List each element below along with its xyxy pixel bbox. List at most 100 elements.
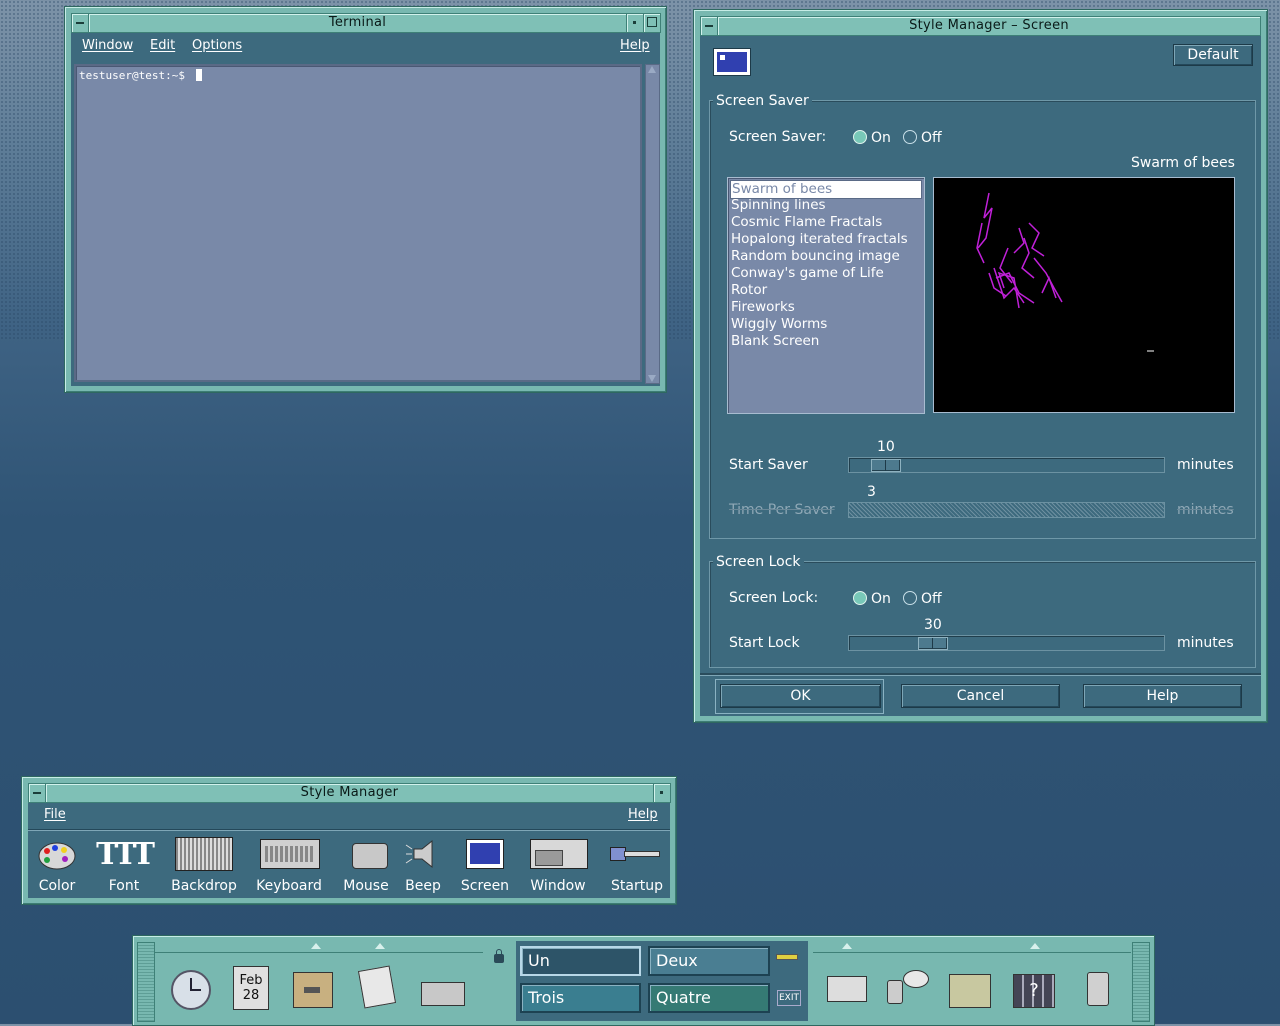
icon-label: Beep (405, 878, 441, 894)
clock-icon[interactable] (171, 970, 211, 1010)
speaker-icon (405, 839, 433, 869)
window-button[interactable]: Window (524, 835, 592, 895)
menu-file[interactable]: File (44, 807, 66, 822)
start-saver-slider[interactable] (848, 457, 1165, 473)
screen-dialog-window: Style Manager – Screen Default Screen Sa… (693, 9, 1268, 723)
style-manager-window: Style Manager File Help Color TTT Font B… (21, 776, 677, 905)
start-lock-value: 30 (924, 617, 942, 633)
font-button[interactable]: TTT Font (94, 835, 155, 895)
panel-handle-right[interactable] (1132, 942, 1150, 1022)
window-icon (530, 839, 588, 869)
backdrop-button[interactable]: Backdrop (168, 835, 240, 895)
subpanel-up-arrow-icon[interactable] (375, 943, 385, 949)
menu-options[interactable]: Options (192, 38, 242, 53)
menu-help[interactable]: Help (628, 807, 658, 822)
window-menu-button[interactable] (700, 16, 718, 36)
screen-saver-group-title: Screen Saver (713, 93, 812, 109)
time-per-saver-unit: minutes (1177, 502, 1234, 518)
radio-selected-icon (853, 130, 867, 144)
icon-label: Font (108, 878, 140, 894)
menu-window[interactable]: Window (82, 38, 133, 53)
list-item[interactable]: Hopalong iterated fractals (730, 231, 922, 248)
style-manager-icon[interactable] (887, 970, 929, 1004)
time-per-saver-value: 3 (867, 484, 876, 500)
screen-lock-on-radio[interactable]: On (853, 591, 891, 607)
subpanel-up-arrow-icon[interactable] (311, 943, 321, 949)
terminal-title[interactable]: Terminal (88, 13, 627, 33)
cancel-button[interactable]: Cancel (901, 684, 1060, 708)
slider-thumb[interactable] (918, 637, 948, 650)
mouse-icon (352, 843, 388, 869)
beep-button[interactable]: Beep (400, 835, 446, 895)
default-button[interactable]: Default (1173, 44, 1253, 66)
startup-button[interactable]: Startup (602, 835, 672, 895)
workspace-deux-button[interactable]: Deux (648, 946, 770, 976)
window-menu-button[interactable] (28, 783, 46, 803)
mouse-button[interactable]: Mouse (338, 835, 394, 895)
color-button[interactable]: Color (32, 835, 82, 895)
slider-thumb[interactable] (871, 459, 901, 472)
list-item[interactable]: Fireworks (730, 299, 922, 316)
screen-lock-off-radio[interactable]: Off (903, 591, 942, 607)
printer-icon[interactable] (827, 976, 867, 1002)
list-item[interactable]: Blank Screen (730, 333, 922, 350)
terminal-scrollbar[interactable] (645, 64, 660, 384)
screen-saver-label: Screen Saver: (729, 129, 827, 145)
menu-edit[interactable]: Edit (150, 38, 175, 53)
start-saver-unit: minutes (1177, 457, 1234, 473)
list-item[interactable]: Wiggly Worms (730, 316, 922, 333)
list-item[interactable]: Cosmic Flame Fractals (730, 214, 922, 231)
backdrop-icon (175, 837, 233, 871)
menu-help[interactable]: Help (620, 38, 650, 53)
trash-icon[interactable] (1087, 972, 1109, 1006)
busy-light-icon (776, 954, 798, 960)
keyboard-button[interactable]: Keyboard (254, 835, 324, 895)
style-manager-title[interactable]: Style Manager (45, 783, 654, 803)
front-panel: Feb 28 Un Deux Trois Quatre EXIT ? (132, 935, 1155, 1026)
workspace-quatre-button[interactable]: Quatre (648, 983, 770, 1013)
lock-icon[interactable] (494, 949, 504, 963)
file-manager-icon[interactable] (293, 972, 333, 1008)
icon-label: Backdrop (171, 878, 237, 894)
minimize-button[interactable] (653, 783, 671, 803)
start-lock-unit: minutes (1177, 635, 1234, 651)
minimize-button[interactable] (626, 13, 644, 33)
app-manager-icon[interactable] (949, 974, 991, 1008)
ok-button[interactable]: OK (720, 684, 881, 708)
list-item[interactable]: Random bouncing image (730, 248, 922, 265)
exit-button[interactable]: EXIT (777, 990, 801, 1006)
saver-preview-name: Swarm of bees (1131, 155, 1235, 171)
maximize-button[interactable] (643, 13, 661, 33)
text-editor-icon[interactable] (357, 965, 397, 1009)
window-menu-button[interactable] (71, 13, 89, 33)
list-item[interactable]: Rotor (730, 282, 922, 299)
font-icon: TTT (96, 837, 155, 872)
terminal-text-area[interactable]: testuser@test:~$ (74, 64, 642, 382)
screen-lock-label: Screen Lock: (729, 590, 819, 606)
terminal-menubar: Window Edit Options Help (71, 33, 660, 59)
list-item[interactable]: Spinning lines (730, 197, 922, 214)
list-item[interactable]: Conway's game of Life (730, 265, 922, 282)
help-button[interactable]: Help (1083, 684, 1242, 708)
screen-button[interactable]: Screen (456, 835, 514, 895)
terminal-cursor (196, 69, 202, 81)
saver-list[interactable]: Swarm of bees Spinning lines Cosmic Flam… (727, 177, 925, 414)
scroll-down-arrow-icon[interactable] (648, 375, 656, 382)
terminal-client: Window Edit Options Help testuser@test:~… (71, 33, 660, 386)
start-lock-slider[interactable] (848, 635, 1165, 651)
terminal-prompt: testuser@test:~$ (79, 69, 192, 82)
help-manager-icon[interactable]: ? (1013, 974, 1055, 1008)
scroll-up-arrow-icon[interactable] (648, 66, 656, 73)
workspace-trois-button[interactable]: Trois (520, 983, 641, 1013)
mailer-icon[interactable] (421, 982, 465, 1006)
screen-icon (466, 839, 504, 869)
bees-swarm-graphic (976, 192, 1154, 352)
workspace-un-button[interactable]: Un (520, 946, 641, 976)
panel-handle-left[interactable] (137, 942, 155, 1022)
screen-saver-off-radio[interactable]: Off (903, 130, 942, 146)
dialog-separator (700, 673, 1261, 676)
calendar-icon[interactable]: Feb 28 (233, 966, 269, 1010)
screen-dialog-title[interactable]: Style Manager – Screen (717, 16, 1261, 36)
screen-saver-on-radio[interactable]: On (853, 130, 891, 146)
screen-icon (713, 48, 751, 76)
